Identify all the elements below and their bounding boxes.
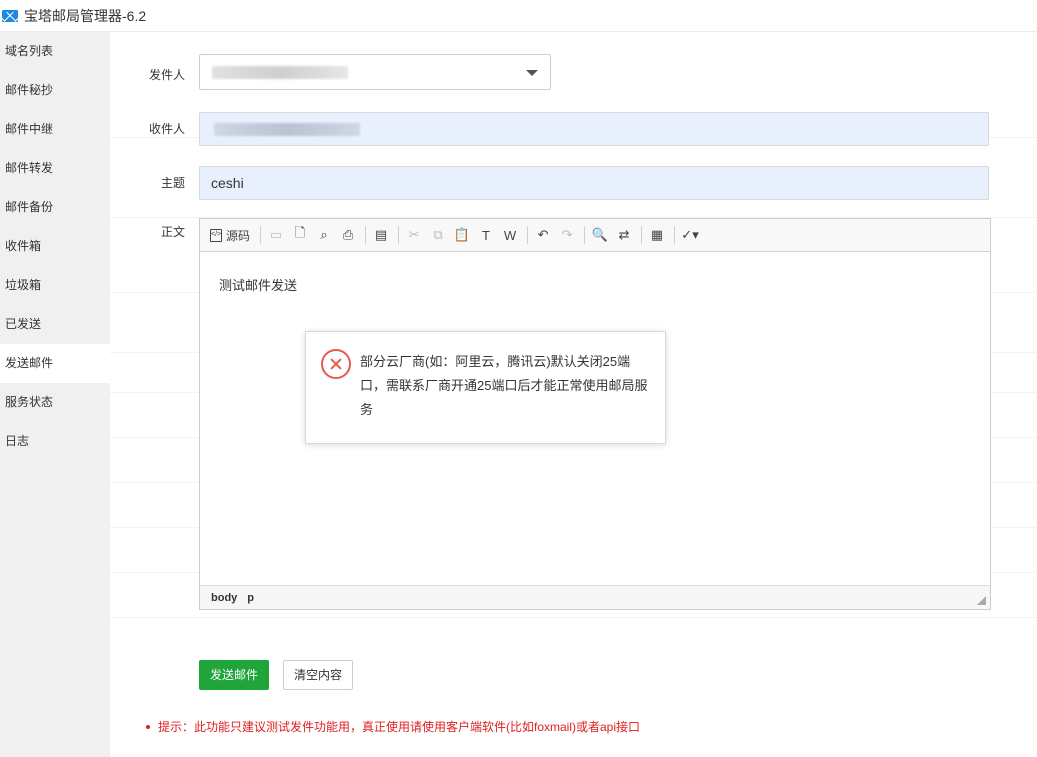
alert-message: 部分云厂商(如：阿里云，腾讯云)默认关闭25端口，需联系厂商开通25端口后才能正… [360, 354, 648, 417]
clear-content-button[interactable]: 清空内容 [283, 660, 354, 690]
cut-icon[interactable]: ✂ [403, 224, 425, 246]
editor-toolbar: </> 源码 ▭ 🗋 ⌕ ⎙ ▤ ✂ ⧉ 📋 T W ↶ ↷ 🔍 ⇄ ▦ ✓▾ [200, 219, 990, 252]
tip-text: 提示：此功能只建议测试发件功能用，真正使用请使用客户端软件(比如foxmail)… [158, 720, 641, 734]
chevron-down-icon [526, 70, 538, 76]
replace-icon[interactable]: ⇄ [613, 224, 635, 246]
path-item-p[interactable]: p [247, 592, 254, 604]
spellcheck-icon[interactable]: ✓▾ [679, 224, 701, 246]
recipient-label: 收件人 [148, 122, 185, 136]
source-button[interactable]: </> 源码 [206, 224, 254, 246]
sidebar-item-bcc[interactable]: 邮件秘抄 [0, 71, 110, 110]
sender-label: 发件人 [148, 68, 185, 82]
sidebar-item-label: 邮件中继 [5, 122, 54, 136]
sender-select[interactable] [199, 54, 551, 90]
print-icon[interactable]: ⎙ [337, 224, 359, 246]
find-icon[interactable]: 🔍 [589, 224, 611, 246]
sidebar-item-service-status[interactable]: 服务状态 [0, 383, 110, 422]
sidebar-item-backup[interactable]: 邮件备份 [0, 188, 110, 227]
select-all-icon[interactable]: ▦ [646, 224, 668, 246]
sidebar-item-label: 收件箱 [5, 239, 42, 253]
recipient-value-redacted [214, 123, 360, 136]
sidebar-item-send-mail[interactable]: 发送邮件 [0, 344, 110, 383]
sidebar-item-label: 邮件备份 [5, 200, 54, 214]
subject-label: 主题 [160, 176, 185, 190]
sidebar-item-spam[interactable]: 垃圾箱 [0, 266, 110, 305]
sidebar-item-inbox[interactable]: 收件箱 [0, 227, 110, 266]
toolbar-divider [641, 226, 643, 244]
sidebar-item-logs[interactable]: 日志 [0, 422, 110, 461]
error-icon [321, 349, 351, 379]
toolbar-divider [398, 226, 400, 244]
toolbar-divider [365, 226, 367, 244]
sidebar-item-domain-list[interactable]: 域名列表 [0, 32, 110, 71]
toolbar-divider [674, 226, 676, 244]
recipient-input[interactable] [199, 112, 989, 146]
paste-text-icon[interactable]: T [475, 224, 497, 246]
body-label: 正文 [160, 225, 185, 239]
path-item-body[interactable]: body [211, 592, 237, 604]
tip-note: 提示：此功能只建议测试发件功能用，真正使用请使用客户端软件(比如foxmail)… [146, 718, 640, 735]
undo-icon[interactable]: ↶ [532, 224, 554, 246]
toolbar-divider [260, 226, 262, 244]
editor-elements-path: body p [200, 585, 990, 609]
source-icon: </> [210, 228, 222, 242]
sidebar-item-label: 已发送 [5, 317, 42, 331]
source-label: 源码 [226, 228, 251, 243]
sender-value-redacted [212, 66, 348, 79]
mail-icon [2, 9, 18, 22]
preview-icon[interactable]: ⌕ [313, 224, 335, 246]
redo-icon[interactable]: ↷ [556, 224, 578, 246]
sidebar-item-label: 邮件秘抄 [5, 83, 54, 97]
copy-icon[interactable]: ⧉ [427, 224, 449, 246]
template-icon[interactable]: ▤ [370, 224, 392, 246]
sidebar: 域名列表 邮件秘抄 邮件中继 邮件转发 邮件备份 收件箱 垃圾箱 已发送 发送邮… [0, 32, 110, 757]
title-bar: 宝塔邮局管理器-6.2 [0, 0, 1037, 32]
resize-grip-icon[interactable] [977, 596, 986, 605]
sidebar-item-label: 服务状态 [5, 395, 54, 409]
sidebar-item-forward[interactable]: 邮件转发 [0, 149, 110, 188]
new-page-icon[interactable]: 🗋 [289, 224, 311, 246]
paste-word-icon[interactable]: W [499, 224, 521, 246]
save-icon[interactable]: ▭ [265, 224, 287, 246]
send-mail-panel: 发件人 收件人 主题 ceshi 正文 </> 源码 ▭ 🗋 ⌕ ⎙ ▤ ✂ ⧉… [110, 32, 1037, 757]
sidebar-item-label: 日志 [5, 434, 30, 448]
paste-icon[interactable]: 📋 [451, 224, 473, 246]
sidebar-item-relay[interactable]: 邮件中继 [0, 110, 110, 149]
subject-input[interactable]: ceshi [199, 166, 989, 200]
sidebar-item-sent[interactable]: 已发送 [0, 305, 110, 344]
sidebar-item-label: 域名列表 [5, 44, 54, 58]
sidebar-item-label: 邮件转发 [5, 161, 54, 175]
toolbar-divider [527, 226, 529, 244]
sidebar-item-label: 发送邮件 [5, 356, 54, 370]
toolbar-divider [584, 226, 586, 244]
sidebar-item-label: 垃圾箱 [5, 278, 42, 292]
error-alert-dialog: 部分云厂商(如：阿里云，腾讯云)默认关闭25端口，需联系厂商开通25端口后才能正… [305, 331, 666, 444]
window-title: 宝塔邮局管理器-6.2 [24, 7, 147, 24]
send-mail-button[interactable]: 发送邮件 [199, 660, 270, 690]
bullet-icon [146, 724, 150, 729]
